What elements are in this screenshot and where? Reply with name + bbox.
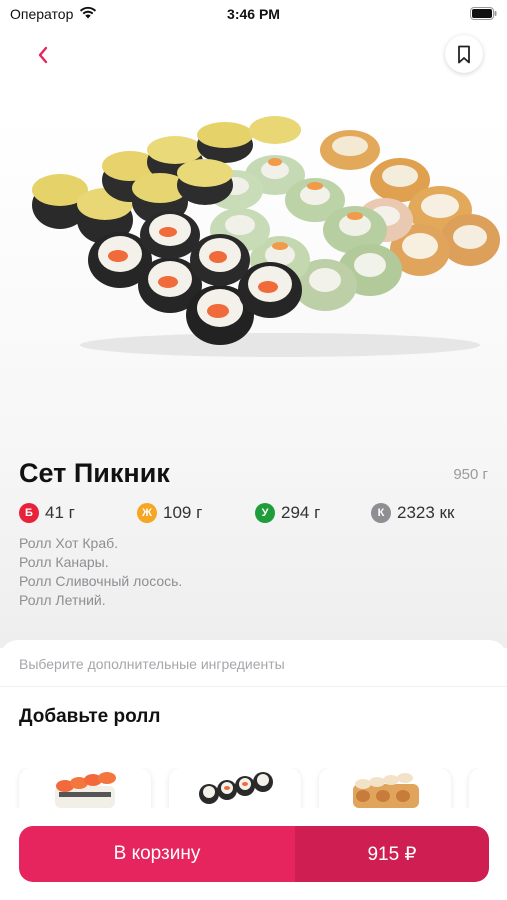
roll-card[interactable]	[469, 768, 507, 808]
fat-value: 109 г	[163, 503, 203, 522]
ingredients-hint[interactable]: Выберите дополнительные ингредиенты	[19, 656, 285, 672]
divider	[0, 686, 507, 687]
roll-thumbnail	[199, 772, 273, 804]
status-bar: Оператор 3:46 PM	[0, 0, 507, 30]
back-button[interactable]	[28, 40, 58, 70]
add-to-cart-label[interactable]: В корзину	[19, 826, 295, 882]
fat-badge: Ж	[137, 503, 157, 523]
cart-price[interactable]: 915 ₽	[295, 826, 489, 882]
product-description: Ролл Хот Краб. Ролл Канары. Ролл Сливочн…	[19, 534, 182, 610]
nutrition-carbs: У 294 г	[255, 503, 320, 523]
sushi-set-image	[32, 116, 500, 357]
carbs-badge: У	[255, 503, 275, 523]
chevron-left-icon	[38, 46, 48, 64]
description-line: Ролл Канары.	[19, 554, 109, 570]
bookmark-button[interactable]	[445, 35, 483, 73]
roll-card[interactable]	[19, 768, 151, 808]
nutrition-calories: К 2323 кк	[371, 503, 454, 523]
nutrition-fat: Ж 109 г	[137, 503, 202, 523]
roll-card[interactable]	[319, 768, 451, 808]
product-title: Сет Пикник	[19, 458, 170, 488]
protein-badge: Б	[19, 503, 39, 523]
calories-value: 2323 кк	[397, 503, 455, 522]
description-line: Ролл Летний.	[19, 592, 106, 608]
status-time: 3:46 PM	[227, 6, 280, 22]
calories-badge: К	[371, 503, 391, 523]
nutrition-protein: Б 41 г	[19, 503, 75, 523]
carbs-value: 294 г	[281, 503, 321, 522]
description-line: Ролл Сливочный лосось.	[19, 573, 183, 589]
battery-icon	[470, 7, 497, 23]
nutrition-row: Б 41 г Ж 109 г У 294 г К 2323 кк	[19, 503, 489, 527]
add-roll-carousel[interactable]	[0, 768, 507, 808]
add-roll-title: Добавьте ролл	[19, 706, 161, 727]
bookmark-icon	[458, 45, 470, 63]
add-to-cart-button[interactable]: В корзину 915 ₽	[19, 826, 489, 882]
roll-card[interactable]	[169, 768, 301, 808]
description-line: Ролл Хот Краб.	[19, 535, 119, 551]
product-weight: 950 г	[453, 466, 488, 483]
roll-thumbnail	[353, 773, 419, 808]
roll-thumbnail	[55, 772, 116, 808]
protein-value: 41 г	[45, 503, 75, 522]
